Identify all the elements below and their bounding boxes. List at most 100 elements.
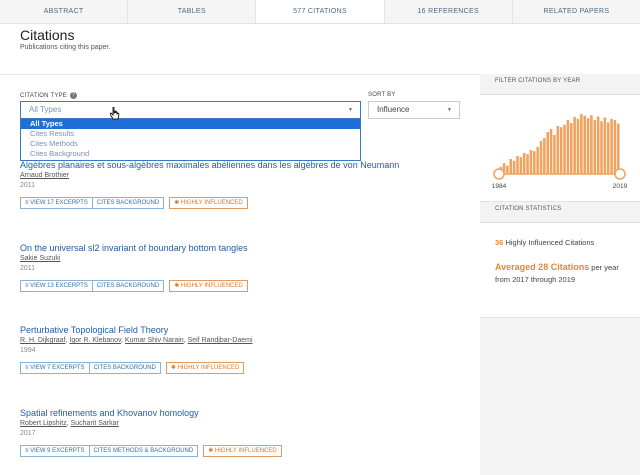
sort-by-select[interactable]: Influence ▼ xyxy=(368,101,460,119)
excerpts-label: VIEW 17 EXCERPTS xyxy=(30,200,88,206)
year-start-label: 1984 xyxy=(492,183,507,190)
view-excerpts-button[interactable]: ≡ VIEW 13 EXCERPTS xyxy=(21,281,92,291)
paper-title[interactable]: Spatial refinements and Khovanov homolog… xyxy=(20,408,470,418)
highly-influenced-count: 36 xyxy=(495,238,504,247)
paper-year: 2011 xyxy=(20,182,36,189)
histogram-bar xyxy=(522,153,526,174)
histogram-bar xyxy=(590,115,593,174)
histogram-bar xyxy=(543,138,546,174)
cites-badge: CITES METHODS & BACKGROUND xyxy=(88,446,198,456)
histogram-bar xyxy=(569,123,573,174)
histogram-bar xyxy=(516,156,519,174)
option-all-types[interactable]: All Types xyxy=(21,119,360,129)
option-cites-background[interactable]: Cites Background xyxy=(21,149,360,159)
page-title: Citations xyxy=(20,27,75,43)
influence-label: HIGHLY INFLUENCED xyxy=(180,283,243,289)
badge-row: ≡ VIEW 17 EXCERPTS CITES BACKGROUND ✱ HI… xyxy=(20,197,470,209)
influence-label: HIGHLY INFLUENCED xyxy=(177,365,240,371)
highly-influenced-stat: 36 Highly Influenced Citations xyxy=(495,237,594,249)
cites-badge: CITES BACKGROUND xyxy=(91,281,163,291)
excerpts-label: VIEW 9 EXCERPTS xyxy=(30,448,85,454)
option-cites-methods[interactable]: Cites Methods xyxy=(21,139,360,149)
tab-citations[interactable]: 577 CITATIONS xyxy=(256,0,385,23)
paper-title[interactable]: Perturbative Topological Field Theory xyxy=(20,325,470,335)
author-link[interactable]: Robert Lipshitz xyxy=(20,420,67,427)
badge-group: ≡ VIEW 7 EXCERPTS CITES BACKGROUND xyxy=(20,362,161,374)
influence-label: HIGHLY INFLUENCED xyxy=(180,200,243,206)
cites-badge: CITES BACKGROUND xyxy=(88,363,160,373)
author-link[interactable]: Igor R. Klebanov xyxy=(69,337,121,344)
view-excerpts-button[interactable]: ≡ VIEW 17 EXCERPTS xyxy=(21,198,92,208)
citation-type-label: CITATION TYPE? xyxy=(20,92,77,99)
highly-influenced-badge: ✱ HIGHLY INFLUENCED xyxy=(169,197,248,209)
average-citations-text: Averaged 28 Citations xyxy=(495,262,590,272)
badge-group: ≡ VIEW 13 EXCERPTS CITES BACKGROUND xyxy=(20,280,165,292)
citation-statistics-title: CITATION STATISTICS xyxy=(495,206,562,212)
histogram-bar xyxy=(563,124,566,174)
year-histogram-panel: 1984 2019 xyxy=(480,94,640,202)
author-link[interactable]: Sakie Suzuki xyxy=(20,255,60,262)
view-excerpts-button[interactable]: ≡ VIEW 7 EXCERPTS xyxy=(21,363,89,373)
list-item: Perturbative Topological Field Theory R.… xyxy=(20,325,470,374)
histogram-bar xyxy=(586,118,590,174)
tab-tables[interactable]: TABLES xyxy=(128,0,257,23)
paper-year: 1994 xyxy=(20,347,36,354)
list-item: Algèbres planaires et sous-algèbres maxi… xyxy=(20,160,470,209)
tab-abstract[interactable]: ABSTRACT xyxy=(0,0,129,23)
histogram-bar xyxy=(536,147,539,174)
highly-influenced-text: Highly Influenced Citations xyxy=(505,238,595,247)
page-subtitle: Publications citing this paper. xyxy=(20,44,111,51)
paper-authors: Robert Lipshitz, Sucharit Sarkar xyxy=(20,420,119,427)
chevron-down-icon: ▼ xyxy=(447,107,452,113)
sidebar: FILTER CITATIONS BY YEAR 1984 2019 CITATI… xyxy=(480,74,640,475)
histogram-bar xyxy=(506,165,509,174)
average-citations-stat: Averaged 28 Citations per year from 2017… xyxy=(495,261,635,286)
citation-type-label-text: CITATION TYPE xyxy=(20,93,67,100)
paper-title[interactable]: On the universal sl2 invariant of bounda… xyxy=(20,243,470,253)
histogram-bar xyxy=(600,121,603,174)
histogram-bar xyxy=(613,120,617,174)
year-slider-end-handle[interactable] xyxy=(614,168,626,180)
paper-authors: Sakie Suzuki xyxy=(20,255,470,262)
excerpts-label: VIEW 13 EXCERPTS xyxy=(30,283,88,289)
histogram-bar xyxy=(576,118,580,174)
histogram-bar xyxy=(606,122,610,174)
paper-year: 2011 xyxy=(20,265,36,272)
histogram-bar xyxy=(553,135,556,174)
histogram-bar xyxy=(549,129,553,174)
histogram-bar xyxy=(512,160,516,174)
author-link[interactable]: Kumar Shiv Narain xyxy=(125,337,184,344)
year-slider-start-handle[interactable] xyxy=(493,168,505,180)
highly-influenced-badge: ✱ HIGHLY INFLUENCED xyxy=(169,280,248,292)
histogram-bar xyxy=(519,157,523,174)
histogram-bar xyxy=(559,127,563,174)
histogram-bar xyxy=(603,117,607,174)
author-link[interactable]: Seif Randjbar-Daemi xyxy=(188,337,253,344)
citation-type-select[interactable]: All Types ▼ xyxy=(20,101,361,119)
histogram-bar xyxy=(546,132,550,174)
excerpts-label: VIEW 7 EXCERPTS xyxy=(30,365,85,371)
option-cites-results[interactable]: Cites Results xyxy=(21,129,360,139)
badge-group: ≡ VIEW 17 EXCERPTS CITES BACKGROUND xyxy=(20,197,165,209)
sort-by-value: Influence xyxy=(377,105,410,114)
paper-authors: R. H. Dijkgraaf, Igor R. Klebanov, Kumar… xyxy=(20,337,253,344)
author-link[interactable]: Arnaud Brothier xyxy=(20,172,69,179)
badge-row: ≡ VIEW 13 EXCERPTS CITES BACKGROUND ✱ HI… xyxy=(20,280,470,292)
tab-bar: ABSTRACT TABLES 577 CITATIONS 16 REFEREN… xyxy=(0,0,640,24)
tab-references[interactable]: 16 REFERENCES xyxy=(385,0,513,23)
tab-related-papers[interactable]: RELATED PAPERS xyxy=(513,0,640,23)
badge-row: ≡ VIEW 7 EXCERPTS CITES BACKGROUND ✱ HIG… xyxy=(20,362,470,374)
histogram-bar xyxy=(583,115,586,174)
citation-statistics-panel: 36 Highly Influenced Citations Averaged … xyxy=(480,222,640,318)
paper-year: 2017 xyxy=(20,430,36,437)
view-excerpts-button[interactable]: ≡ VIEW 9 EXCERPTS xyxy=(21,446,89,456)
author-link[interactable]: Sucharit Sarkar xyxy=(71,420,119,427)
badge-row: ≡ VIEW 9 EXCERPTS CITES METHODS & BACKGR… xyxy=(20,445,470,457)
histogram-bar xyxy=(529,150,533,174)
histogram-bar xyxy=(610,118,613,174)
author-link[interactable]: R. H. Dijkgraaf xyxy=(20,337,66,344)
year-histogram[interactable]: 1984 2019 xyxy=(480,95,640,203)
help-icon[interactable]: ? xyxy=(69,92,77,99)
paper-title[interactable]: Algèbres planaires et sous-algèbres maxi… xyxy=(20,160,470,170)
highly-influenced-badge: ✱ HIGHLY INFLUENCED xyxy=(203,445,282,457)
